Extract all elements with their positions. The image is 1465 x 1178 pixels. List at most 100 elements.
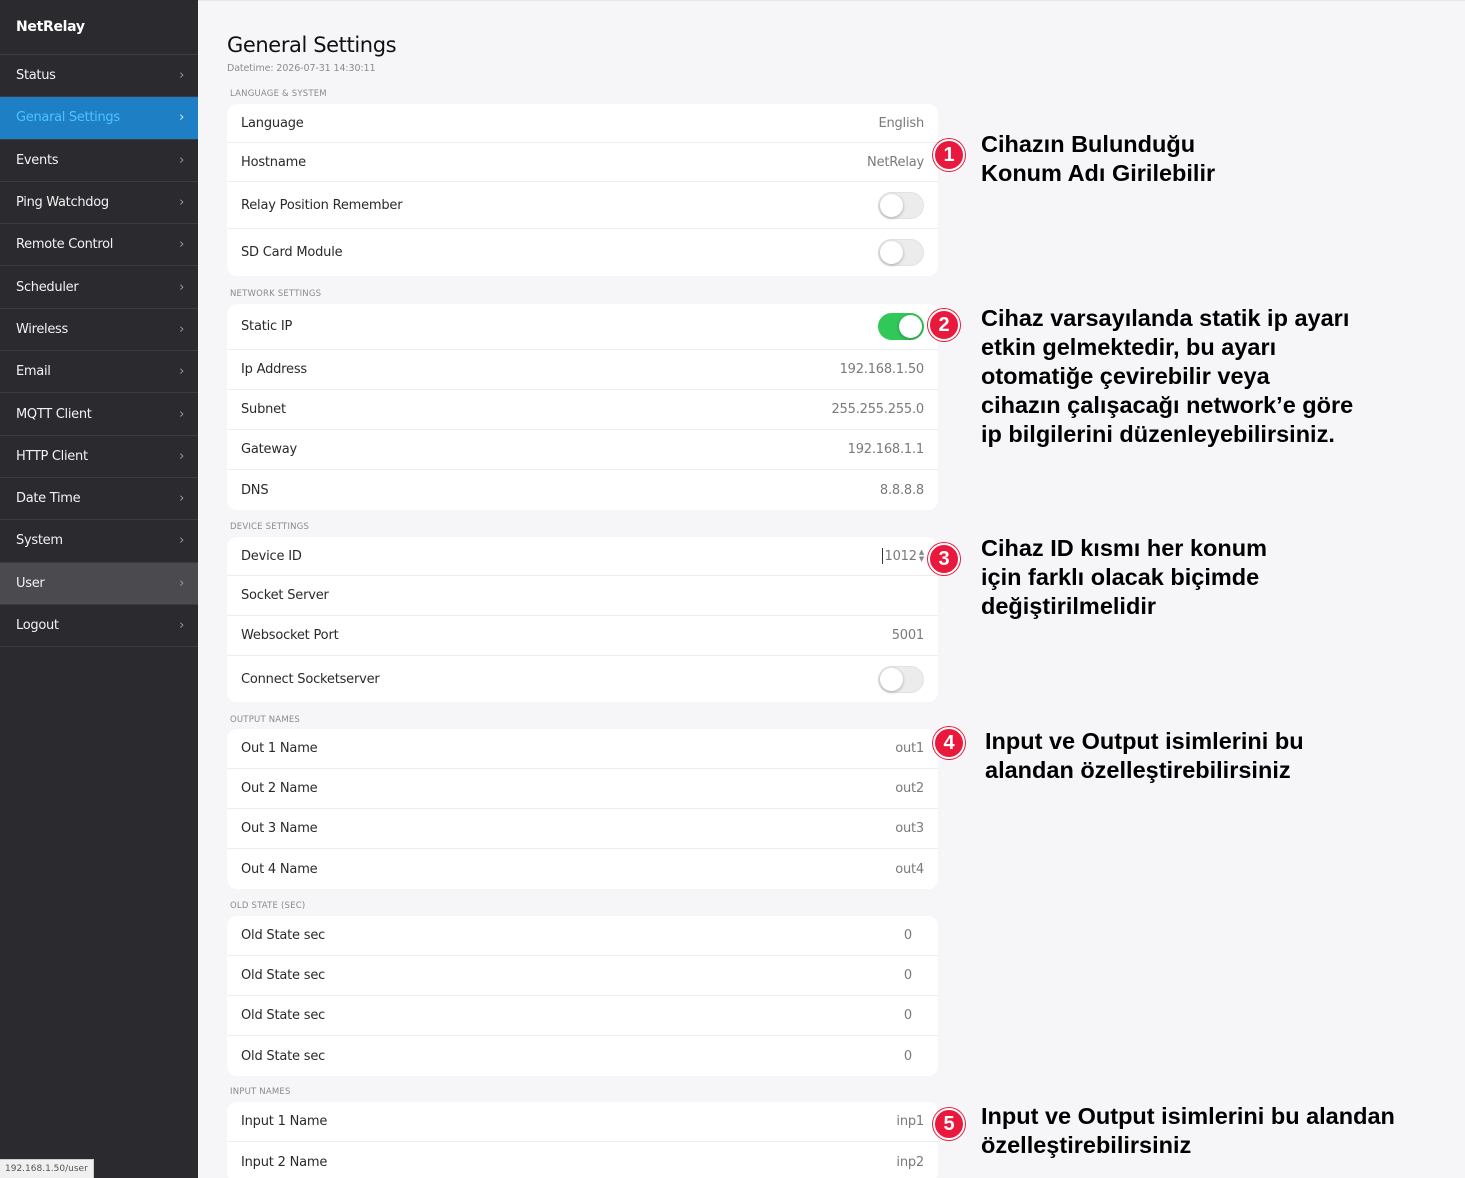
websocket-port-input[interactable]: 5001	[892, 628, 924, 643]
old-state-input[interactable]: 0	[904, 1049, 912, 1064]
old-state-input[interactable]: 0	[904, 1008, 912, 1023]
language-value[interactable]: English	[878, 116, 924, 131]
row-old-state[interactable]: Old State sec 0	[227, 996, 938, 1036]
row-sd-card: SD Card Module	[227, 229, 938, 276]
row-hostname[interactable]: Hostname NetRelay	[227, 143, 938, 182]
input-name-input[interactable]: inp1	[896, 1114, 924, 1129]
card-language-system: Language English Hostname NetRelay Relay…	[227, 104, 938, 276]
sidebar-item-system[interactable]: System ›	[0, 520, 198, 563]
row-socket-server[interactable]: Socket Server	[227, 576, 938, 616]
row-device-id[interactable]: Device ID 1012 ▲ ▼	[227, 537, 938, 576]
row-label: Static IP	[241, 319, 293, 334]
row-input-2[interactable]: Input 2 Name inp2	[227, 1142, 938, 1178]
row-old-state[interactable]: Old State sec 0	[227, 956, 938, 996]
section-label-old-state: OLD STATE (SEC)	[230, 901, 306, 911]
hostname-input[interactable]: NetRelay	[867, 155, 924, 170]
chevron-right-icon: ›	[179, 364, 184, 380]
row-input-1[interactable]: Input 1 Name inp1	[227, 1102, 938, 1142]
sidebar-item-general-settings[interactable]: Genaral Settings ›	[0, 97, 198, 140]
output-name-input[interactable]: out3	[895, 821, 924, 836]
chevron-right-icon: ›	[179, 448, 184, 464]
row-output-4[interactable]: Out 4 Name out4	[227, 849, 938, 889]
static-ip-toggle[interactable]	[878, 313, 924, 340]
row-label: Language	[241, 115, 304, 131]
annotation-note-3: Cihaz ID kısmı her konum için farklı ola…	[981, 535, 1267, 619]
chevron-right-icon: ›	[179, 406, 184, 422]
sidebar-item-status[interactable]: Status ›	[0, 55, 198, 98]
text-caret	[881, 548, 883, 564]
row-output-3[interactable]: Out 3 Name out3	[227, 809, 938, 849]
row-label: Socket Server	[241, 588, 329, 603]
row-label: Old State sec	[241, 968, 326, 983]
row-gateway[interactable]: Gateway 192.168.1.1	[227, 430, 938, 470]
sidebar-item-ping-watchdog[interactable]: Ping Watchdog ›	[0, 182, 198, 225]
sidebar-item-scheduler[interactable]: Scheduler ›	[0, 266, 198, 309]
section-label-network: NETWORK SETTINGS	[230, 289, 322, 299]
annotation-badge-2: 2	[928, 309, 960, 341]
row-label: Out 4 Name	[241, 861, 318, 877]
row-label: Device ID	[241, 548, 302, 564]
sd-card-toggle[interactable]	[878, 239, 924, 266]
sidebar-item-email[interactable]: Email ›	[0, 351, 198, 394]
card-device: Device ID 1012 ▲ ▼ Socket Server Websocke…	[227, 537, 938, 702]
connect-socketserver-toggle[interactable]	[878, 665, 924, 693]
row-language[interactable]: Language English	[227, 104, 938, 143]
chevron-right-icon: ›	[179, 237, 184, 253]
main-content: General Settings Datetime: 2026-07-31 14…	[198, 0, 1465, 1178]
annotation-note-1: Cihazın Bulunduğu Konum Adı Girilebilir	[981, 131, 1216, 186]
row-old-state[interactable]: Old State sec 0	[227, 1036, 938, 1076]
row-relay-position: Relay Position Remember	[227, 182, 938, 229]
old-state-input[interactable]: 0	[904, 928, 912, 943]
output-name-input[interactable]: out1	[895, 741, 924, 756]
sidebar-item-date-time[interactable]: Date Time ›	[0, 478, 198, 521]
row-output-1[interactable]: Out 1 Name out1	[227, 729, 938, 769]
sidebar-item-logout[interactable]: Logout ›	[0, 605, 198, 648]
page-datetime: Datetime: 2026-07-31 14:30:11	[227, 63, 376, 74]
ip-address-input[interactable]: 192.168.1.50	[840, 362, 925, 377]
annotation-badge-1: 1	[933, 139, 965, 171]
sidebar-item-mqtt-client[interactable]: MQTT Client ›	[0, 393, 198, 436]
sidebar-item-wireless[interactable]: Wireless ›	[0, 309, 198, 352]
input-name-input[interactable]: inp2	[896, 1155, 924, 1170]
row-dns[interactable]: DNS 8.8.8.8	[227, 470, 938, 510]
chevron-right-icon: ›	[179, 68, 184, 84]
row-label: DNS	[241, 482, 269, 498]
sidebar-item-remote-control[interactable]: Remote Control ›	[0, 224, 198, 267]
section-label-device: DEVICE SETTINGS	[230, 522, 310, 532]
brand-logo: NetRelay	[0, 0, 198, 55]
row-ip-address[interactable]: Ip Address 192.168.1.50	[227, 350, 938, 390]
stepper-down-icon[interactable]: ▼	[919, 556, 924, 563]
stepper-arrows-icon[interactable]: ▲ ▼	[919, 549, 924, 563]
output-name-input[interactable]: out2	[895, 781, 924, 796]
toggle-knob	[880, 667, 903, 691]
sidebar-item-user[interactable]: User ›	[0, 562, 198, 605]
row-label: Input 2 Name	[241, 1154, 328, 1170]
gateway-input[interactable]: 192.168.1.1	[848, 442, 925, 457]
annotation-note-4: Input ve Output isimlerini bu alandan öz…	[985, 728, 1304, 783]
card-outputs: Out 1 Name out1 Out 2 Name out2 Out 3 Na…	[227, 729, 938, 889]
row-subnet[interactable]: Subnet 255.255.255.0	[227, 390, 938, 430]
dns-input[interactable]: 8.8.8.8	[880, 483, 924, 498]
output-name-input[interactable]: out4	[895, 862, 924, 877]
page-title: General Settings	[227, 33, 397, 57]
row-output-2[interactable]: Out 2 Name out2	[227, 769, 938, 809]
annotation-badge-3: 3	[928, 543, 960, 575]
row-label: Connect Socketserver	[241, 671, 380, 687]
row-label: Out 2 Name	[241, 781, 318, 796]
row-old-state[interactable]: Old State sec 0	[227, 916, 938, 956]
relay-position-toggle[interactable]	[878, 191, 924, 219]
row-label: Input 1 Name	[241, 1114, 328, 1129]
sidebar-item-http-client[interactable]: HTTP Client ›	[0, 436, 198, 478]
annotation-note-5: Input ve Output isimlerini bu alandan öz…	[981, 1103, 1395, 1158]
device-id-value[interactable]: 1012	[885, 549, 917, 564]
device-id-stepper[interactable]: 1012 ▲ ▼	[881, 548, 924, 564]
subnet-input[interactable]: 255.255.255.0	[831, 402, 924, 417]
row-static-ip: Static IP	[227, 304, 938, 350]
old-state-input[interactable]: 0	[904, 968, 912, 983]
row-websocket-port[interactable]: Websocket Port 5001	[227, 616, 938, 656]
toggle-knob	[899, 315, 922, 338]
sidebar-item-events[interactable]: Events ›	[0, 140, 198, 182]
row-label: Websocket Port	[241, 628, 339, 643]
section-label-outputs: OUTPUT NAMES	[230, 715, 301, 725]
row-label: Relay Position Remember	[241, 197, 403, 213]
